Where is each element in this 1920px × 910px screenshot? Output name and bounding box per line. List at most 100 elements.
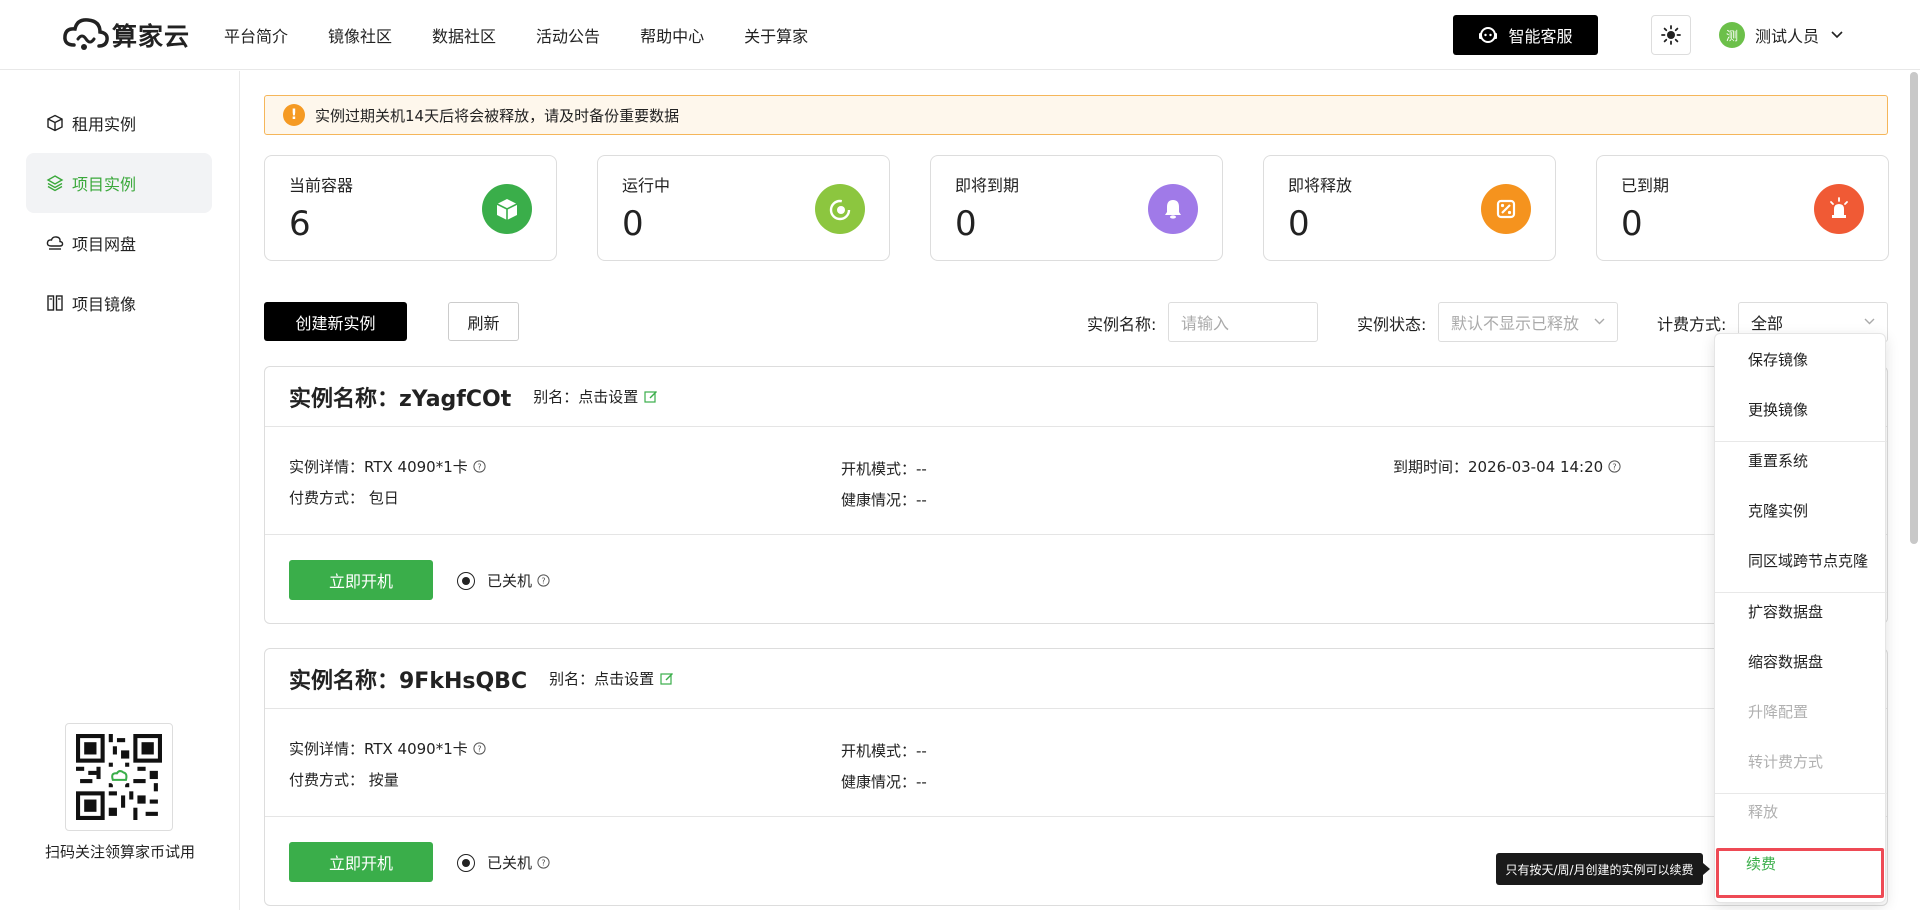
expire-time: 到期时间：2026-03-04 14:20 ? — [1393, 456, 1621, 477]
page-scrollbar[interactable] — [1910, 72, 1918, 544]
alias-label: 别名：点击设置 — [533, 388, 639, 406]
smart-service-label: 智能客服 — [1508, 27, 1573, 46]
instance-status-label: 实例状态: — [1357, 315, 1427, 334]
instance-status-select[interactable]: 默认不显示已释放 — [1438, 302, 1618, 342]
container-icon — [482, 184, 532, 234]
cloud-logo-icon — [63, 18, 109, 50]
edit-icon — [644, 390, 658, 403]
card-footer: 立即开机 已关机 ? — [265, 536, 1887, 626]
smart-service-button[interactable]: 智能客服 — [1453, 15, 1598, 55]
card-body: 实例详情：RTX 4090*1卡 ? 付费方式： 按量 开机模式：-- 健康情况… — [265, 710, 1887, 817]
instance-title: 实例名称：9FkHsQBC — [289, 668, 528, 694]
instance-detail-text: 实例详情：RTX 4090*1卡 — [289, 458, 468, 476]
avatar: 测 — [1719, 22, 1745, 48]
running-clock-icon — [815, 184, 865, 234]
billing-value: 全部 — [1751, 314, 1784, 333]
instance-name-input[interactable]: 请输入 — [1168, 302, 1318, 342]
stat-label: 运行中 — [622, 176, 671, 195]
svg-text:?: ? — [541, 858, 545, 867]
question-icon[interactable]: ? — [537, 856, 550, 869]
health-status: 健康情况：-- — [841, 773, 927, 791]
menu-change-config: 升降配置 — [1748, 702, 1809, 721]
chevron-down-icon — [1831, 31, 1843, 39]
theme-toggle-button[interactable] — [1651, 15, 1691, 55]
nav-image-community[interactable]: 镜像社区 — [328, 23, 392, 47]
sidebar-item-label: 租用实例 — [72, 115, 137, 134]
menu-renew[interactable]: 续费 — [1715, 838, 1887, 888]
sidebar-item-rent-instance[interactable]: 租用实例 — [26, 93, 212, 153]
menu-save-image[interactable]: 保存镜像 — [1715, 334, 1887, 384]
svg-text:?: ? — [1613, 462, 1617, 471]
menu-change-image[interactable]: 更换镜像 — [1715, 384, 1887, 434]
sidebar-item-project-disk[interactable]: 项目网盘 — [26, 213, 212, 273]
expire-alert: ! 实例过期关机14天后将会被释放，请及时备份重要数据 — [264, 95, 1888, 135]
exclamation-icon: ! — [283, 104, 305, 126]
boot-mode: 开机模式：-- — [841, 460, 927, 478]
nav-announcements[interactable]: 活动公告 — [536, 23, 600, 47]
stat-label: 当前容器 — [289, 176, 354, 195]
cube-icon — [47, 114, 63, 132]
alert-text: 实例过期关机14天后将会被释放，请及时备份重要数据 — [315, 106, 680, 125]
create-instance-button[interactable]: 创建新实例 — [264, 302, 407, 341]
alias-setting[interactable]: 别名：点击设置 — [533, 386, 658, 407]
instance-title: 实例名称：zYagfCOt — [289, 386, 512, 412]
sidebar-item-project-image[interactable]: 项目镜像 — [26, 273, 212, 333]
layers-icon — [46, 175, 64, 192]
sidebar-item-label: 项目网盘 — [72, 235, 137, 254]
stat-card-running: 运行中 0 — [597, 155, 890, 261]
stat-value: 0 — [622, 204, 644, 244]
billing-label: 计费方式: — [1657, 315, 1727, 334]
question-icon[interactable]: ? — [537, 574, 550, 587]
user-menu[interactable]: 测 测试人员 — [1719, 22, 1843, 48]
sidebar-item-project-instance[interactable]: 项目实例 — [26, 153, 212, 213]
menu-cross-node-clone[interactable]: 同区域跨节点克隆 — [1715, 535, 1887, 585]
qr-code-icon — [76, 734, 162, 820]
logo[interactable]: 算家云 — [62, 12, 190, 58]
sun-icon — [1661, 25, 1681, 45]
stat-label: 已到期 — [1621, 176, 1670, 195]
nav-about[interactable]: 关于算家 — [744, 23, 808, 47]
instance-detail-text: 实例详情：RTX 4090*1卡 — [289, 740, 468, 758]
svg-text:?: ? — [477, 462, 481, 471]
renew-tooltip: 只有按天/周/月创建的实例可以续费 — [1496, 853, 1710, 885]
alarm-light-icon — [1814, 184, 1864, 234]
start-now-button[interactable]: 立即开机 — [289, 560, 433, 600]
power-status: 已关机 ? — [457, 852, 550, 873]
status-radio-icon — [457, 571, 475, 590]
menu-clone-instance[interactable]: 克隆实例 — [1715, 485, 1887, 535]
card-header: 实例名称：zYagfCOt 别名：点击设置 — [265, 367, 1887, 427]
release-icon — [1481, 184, 1531, 234]
question-icon[interactable]: ? — [473, 742, 486, 755]
menu-shrink-disk[interactable]: 缩容数据盘 — [1715, 636, 1887, 686]
instance-status-placeholder: 默认不显示已释放 — [1451, 314, 1580, 333]
chevron-down-icon — [1594, 318, 1605, 325]
qr-code — [65, 723, 173, 831]
alias-setting[interactable]: 别名：点击设置 — [549, 668, 674, 689]
edit-icon — [660, 672, 674, 685]
alias-label: 别名：点击设置 — [549, 670, 655, 688]
nav-data-community[interactable]: 数据社区 — [432, 23, 496, 47]
health-status: 健康情况：-- — [841, 491, 927, 509]
menu-change-billing: 转计费方式 — [1748, 752, 1824, 771]
svg-text:?: ? — [541, 576, 545, 585]
status-radio-icon — [457, 853, 475, 872]
instance-name-placeholder: 请输入 — [1181, 314, 1230, 333]
menu-reset-system[interactable]: 重置系统 — [1715, 435, 1887, 485]
stat-value: 6 — [289, 204, 311, 244]
instance-name-label: 实例名称: — [1087, 315, 1157, 334]
start-now-button[interactable]: 立即开机 — [289, 842, 433, 882]
stat-value: 0 — [1288, 204, 1310, 244]
menu-release: 释放 — [1748, 802, 1779, 821]
nav-help-center[interactable]: 帮助中心 — [640, 23, 704, 47]
menu-expand-disk[interactable]: 扩容数据盘 — [1715, 586, 1887, 636]
refresh-button[interactable]: 刷新 — [448, 302, 519, 341]
question-icon[interactable]: ? — [1608, 460, 1621, 473]
nav-platform-intro[interactable]: 平台简介 — [224, 23, 288, 47]
status-text: 已关机 — [487, 572, 533, 590]
stat-card-expiring: 即将到期 0 — [930, 155, 1223, 261]
instance-detail: 实例详情：RTX 4090*1卡 ? — [289, 738, 486, 759]
cloud-disk-icon — [46, 236, 64, 250]
status-text: 已关机 — [487, 854, 533, 872]
question-icon[interactable]: ? — [473, 460, 486, 473]
stat-value: 0 — [1621, 204, 1643, 244]
